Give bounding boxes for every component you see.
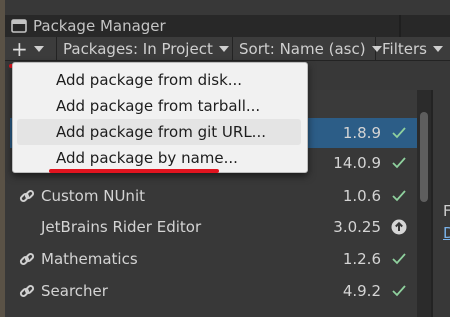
window-title-text: Package Manager: [33, 17, 166, 35]
packages-scope-label: Packages: In Project: [63, 39, 213, 58]
details-link-fragment[interactable]: D: [443, 224, 450, 242]
package-row-jetbrains-rider-editor[interactable]: JetBrains Rider Editor 3.0.25: [10, 212, 417, 242]
check-icon: [381, 127, 417, 139]
check-icon: [381, 157, 417, 169]
check-icon: [381, 253, 417, 265]
link-icon: [16, 283, 38, 299]
scrollbar-thumb[interactable]: [420, 112, 428, 202]
menu-item-add-from-tarball[interactable]: Add package from tarball...: [17, 93, 301, 119]
chevron-down-icon: [33, 45, 44, 52]
tab-divider: [399, 15, 401, 37]
toolbar: + Packages: In Project Sort: Name (asc) …: [5, 37, 450, 61]
package-manager-window-icon: [11, 19, 27, 33]
package-version: 14.0.9: [333, 154, 381, 172]
package-row-searcher[interactable]: Searcher 4.9.2: [10, 276, 417, 306]
window-title-tab[interactable]: Package Manager: [5, 15, 450, 37]
package-name: Searcher: [41, 282, 108, 300]
sort-dropdown[interactable]: Sort: Name (asc): [233, 37, 382, 60]
packages-scope-dropdown[interactable]: Packages: In Project: [57, 37, 233, 60]
package-version: 1.0.6: [342, 187, 381, 205]
filters-dropdown[interactable]: Filters: [376, 37, 449, 60]
package-name: Custom NUnit: [41, 187, 145, 205]
menu-item-add-from-disk[interactable]: Add package from disk...: [17, 67, 301, 93]
add-package-button[interactable]: +: [5, 37, 57, 60]
update-available-icon: [381, 219, 417, 235]
package-version: 1.8.9: [342, 124, 381, 142]
menu-item-add-from-git-url[interactable]: Add package from git URL...: [17, 119, 301, 145]
sort-label: Sort: Name (asc): [239, 39, 366, 58]
package-name: Mathematics: [41, 250, 138, 268]
package-version: 3.0.25: [333, 218, 381, 236]
check-icon: [381, 285, 417, 297]
package-row-mathematics[interactable]: Mathematics 1.2.6: [10, 244, 417, 274]
chevron-down-icon: [432, 45, 443, 52]
link-icon: [16, 251, 38, 267]
chevron-down-icon: [218, 45, 229, 52]
details-text-fragment: F: [443, 202, 450, 220]
list-scrollbar[interactable]: [417, 90, 431, 317]
package-version: 4.9.2: [342, 282, 381, 300]
menu-item-add-by-name[interactable]: Add package by name...: [17, 145, 301, 171]
details-panel: F D: [433, 90, 450, 317]
check-icon: [381, 190, 417, 202]
filters-label: Filters: [382, 39, 427, 58]
package-row-custom-nunit[interactable]: Custom NUnit 1.0.6: [10, 181, 417, 211]
add-package-menu: Add package from disk... Add package fro…: [12, 62, 308, 173]
package-version: 1.2.6: [342, 250, 381, 268]
annotation-underline-add-by-name: [49, 169, 219, 173]
plus-icon: +: [11, 36, 28, 61]
link-icon: [16, 188, 38, 204]
package-name: JetBrains Rider Editor: [41, 218, 202, 236]
